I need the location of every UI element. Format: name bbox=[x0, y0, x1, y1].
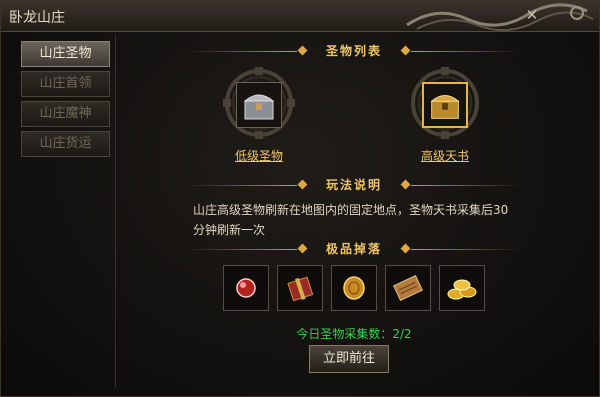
title-bar[interactable]: 卧龙山庄 ✕ bbox=[1, 1, 599, 32]
high-tome-name[interactable]: 高级天书 bbox=[387, 147, 503, 164]
red-orb-icon bbox=[236, 278, 256, 298]
collect-count: 今日圣物采集数：2/2 bbox=[296, 327, 412, 341]
gift-box-icon bbox=[287, 276, 314, 302]
drops-header: 极品掉落 bbox=[117, 239, 591, 259]
scroll-icon bbox=[393, 275, 423, 301]
reward-slot[interactable] bbox=[223, 265, 269, 311]
relic-list-title: 圣物列表 bbox=[325, 44, 382, 58]
reward-slot[interactable] bbox=[277, 265, 323, 311]
relic-list-header: 圣物列表 bbox=[117, 41, 591, 61]
low-relic-item[interactable]: 低级圣物 bbox=[201, 67, 321, 177]
reward-slot[interactable] bbox=[385, 265, 431, 311]
sidebar: 山庄圣物 山庄首领 山庄魔神 山庄货运 bbox=[9, 35, 116, 387]
wolong-villa-window: 卧龙山庄 ✕ 山庄圣物 山庄首领 山庄魔神 山庄货运 圣物列表 低级圣物 高级天… bbox=[0, 0, 600, 397]
rules-line-1: 山庄高级圣物刷新在地图内的固定地点，圣物天书采集后30 bbox=[193, 203, 509, 217]
tab-villa-boss[interactable]: 山庄首领 bbox=[21, 71, 110, 97]
dragon-ornament-icon bbox=[406, 3, 594, 32]
window-title: 卧龙山庄 bbox=[9, 10, 65, 26]
rules-title: 玩法说明 bbox=[325, 178, 382, 192]
tab-villa-relics[interactable]: 山庄圣物 bbox=[21, 41, 110, 67]
reward-slot[interactable] bbox=[331, 265, 377, 311]
reward-slot[interactable] bbox=[439, 265, 485, 311]
silver-chest-icon bbox=[243, 94, 275, 120]
high-tome-item[interactable]: 高级天书 bbox=[387, 67, 507, 177]
rules-header: 玩法说明 bbox=[117, 175, 591, 195]
drops-title: 极品掉落 bbox=[325, 242, 382, 256]
gold-ingots-icon bbox=[447, 279, 477, 300]
tab-villa-cargo[interactable]: 山庄货运 bbox=[21, 131, 110, 157]
close-button[interactable]: ✕ bbox=[521, 5, 543, 25]
rules-description: 山庄高级圣物刷新在地图内的固定地点，圣物天书采集后30 分钟刷新一次 bbox=[193, 200, 513, 240]
high-tome-slot bbox=[422, 82, 468, 128]
main-panel: 圣物列表 低级圣物 高级天书 玩法说明 山庄高级圣物刷新在地图内的固定地点，圣物… bbox=[117, 35, 591, 387]
low-relic-slot bbox=[236, 82, 282, 128]
tab-villa-demon[interactable]: 山庄魔神 bbox=[21, 101, 110, 127]
gold-coin-icon bbox=[343, 276, 365, 300]
gold-chest-icon bbox=[430, 94, 460, 119]
rules-line-2: 分钟刷新一次 bbox=[193, 223, 266, 237]
low-relic-name[interactable]: 低级圣物 bbox=[201, 147, 317, 164]
go-now-button[interactable]: 立即前往 bbox=[309, 345, 389, 373]
